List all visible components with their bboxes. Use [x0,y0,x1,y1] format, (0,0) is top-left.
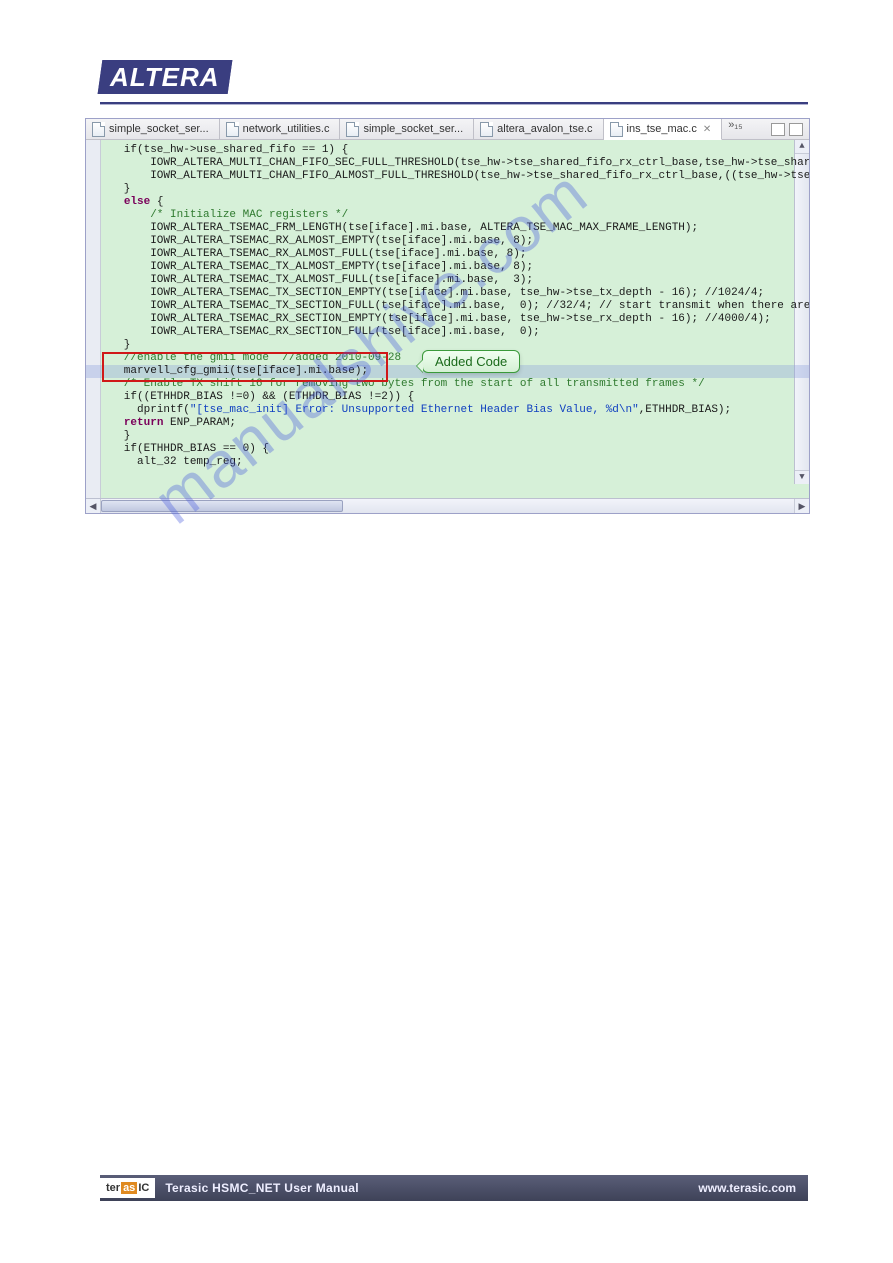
footer-title: Terasic HSMC_NET User Manual [165,1181,359,1195]
code-line: IOWR_ALTERA_TSEMAC_TX_SECTION_EMPTY(tse[… [104,287,809,300]
tab-label: network_utilities.c [243,123,330,135]
scroll-right-icon[interactable]: ▶ [794,499,809,513]
file-icon [92,122,105,137]
code-line: IOWR_ALTERA_TSEMAC_FRM_LENGTH(tse[iface]… [104,222,809,235]
file-icon [480,122,493,137]
code-line: else { [104,196,809,209]
tab-altera-avalon-tse[interactable]: altera_avalon_tse.c [474,119,603,139]
footer-bar: terasIC Terasic HSMC_NET User Manual www… [100,1175,808,1201]
code-line: IOWR_ALTERA_TSEMAC_RX_ALMOST_EMPTY(tse[i… [104,235,809,248]
minimize-icon[interactable] [771,123,785,136]
altera-logo: ALTERA [98,60,232,94]
code-line: IOWR_ALTERA_TSEMAC_TX_ALMOST_EMPTY(tse[i… [104,261,809,274]
file-icon [226,122,239,137]
tab-overflow[interactable]: »₁₅ [722,119,748,139]
tab-label: simple_socket_ser... [363,123,463,135]
terasic-logo: terasIC [100,1178,155,1198]
tab-label: ins_tse_mac.c [627,123,697,135]
footer-url: www.terasic.com [698,1181,808,1195]
tab-simple-socket-ser-1[interactable]: simple_socket_ser... [86,119,220,139]
header-divider [100,102,808,105]
tab-label: altera_avalon_tse.c [497,123,592,135]
added-code-callout: Added Code [422,350,520,373]
tab-network-utilities[interactable]: network_utilities.c [220,119,341,139]
code-line: return ENP_PARAM; [104,417,809,430]
code-line: if((ETHHDR_BIAS !=0) && (ETHHDR_BIAS !=2… [104,391,809,404]
code-line: IOWR_ALTERA_TSEMAC_RX_SECTION_FULL(tse[i… [104,326,809,339]
code-line: IOWR_ALTERA_MULTI_CHAN_FIFO_SEC_FULL_THR… [104,157,809,170]
file-icon [610,122,623,137]
tab-label: simple_socket_ser... [109,123,209,135]
code-viewport[interactable]: ▲ ▼ if(tse_hw->use_shared_fifo == 1) { I… [86,140,809,498]
code-line: if(tse_hw->use_shared_fifo == 1) { [104,144,809,157]
tab-simple-socket-ser-2[interactable]: simple_socket_ser... [340,119,474,139]
tab-window-controls [765,119,809,139]
scrollbar-thumb[interactable] [101,500,343,512]
code-line: IOWR_ALTERA_TSEMAC_RX_SECTION_EMPTY(tse[… [104,313,809,326]
code-line: /* Initialize MAC registers */ [104,209,809,222]
code-line: if(ETHHDR_BIAS == 0) { [104,443,809,456]
code-line: IOWR_ALTERA_TSEMAC_TX_ALMOST_FULL(tse[if… [104,274,809,287]
file-icon [346,122,359,137]
scroll-left-icon[interactable]: ◀ [86,499,101,513]
code-editor: simple_socket_ser... network_utilities.c… [85,118,810,514]
maximize-icon[interactable] [789,123,803,136]
horizontal-scrollbar[interactable]: ◀ ▶ [86,498,809,513]
code-line: } [104,430,809,443]
code-line: alt_32 temp_reg; [104,456,809,469]
close-icon[interactable]: ✕ [703,124,711,135]
code-line: } [104,183,809,196]
code-line: IOWR_ALTERA_TSEMAC_TX_SECTION_FULL(tse[i… [104,300,809,313]
code-line: dprintf("[tse_mac_init] Error: Unsupport… [104,404,809,417]
code-content: if(tse_hw->use_shared_fifo == 1) { IOWR_… [86,140,809,473]
code-line: IOWR_ALTERA_MULTI_CHAN_FIFO_ALMOST_FULL_… [104,170,809,183]
code-line: /* Enable TX shift 16 for removing two b… [104,378,809,391]
tab-ins-tse-mac[interactable]: ins_tse_mac.c ✕ [604,119,723,140]
editor-tabs: simple_socket_ser... network_utilities.c… [86,119,809,140]
code-line: IOWR_ALTERA_TSEMAC_RX_ALMOST_FULL(tse[if… [104,248,809,261]
